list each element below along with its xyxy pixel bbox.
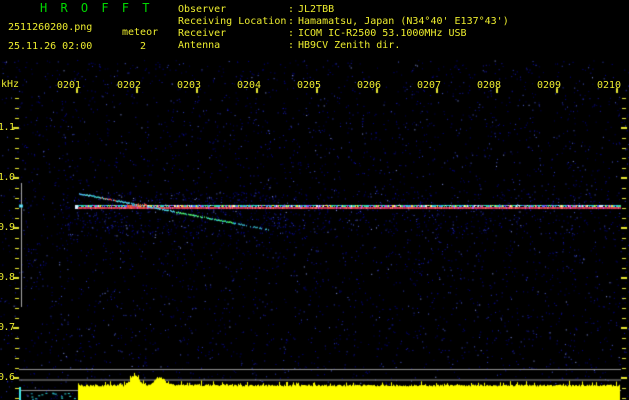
spectrogram-canvas — [0, 0, 629, 400]
info-value: Hamamatsu, Japan (N34°40' E137°43') — [298, 16, 509, 27]
info-row: Receiving Location: Hamamatsu, Japan (N34… — [178, 16, 509, 28]
info-label: Observer — [178, 4, 227, 15]
info-separator: : — [288, 16, 295, 27]
info-label: Receiving Location — [178, 16, 287, 27]
time-tick-label: 0204 — [237, 80, 262, 91]
time-tick-label: 0206 — [357, 80, 382, 91]
info-value: ICOM IC-R2500 53.1000MHz USB — [298, 28, 467, 39]
time-tick-label: 0207 — [417, 80, 442, 91]
output-filename: 2511260200.png — [8, 22, 93, 33]
freq-tick-label: 1.1 — [0, 122, 15, 133]
freq-tick-label: 0.9 — [0, 222, 15, 233]
info-label: Antenna — [178, 40, 221, 51]
observation-datetime: 25.11.26 02:00 — [8, 41, 93, 52]
info-separator: : — [288, 40, 295, 51]
freq-tick-label: 1.0 — [0, 172, 15, 183]
info-value: JL2TBB — [298, 4, 335, 15]
freq-tick-label: 0.8 — [0, 272, 15, 283]
time-tick-label: 0202 — [117, 80, 142, 91]
info-row: Receiver: ICOM IC-R2500 53.1000MHz USB — [178, 28, 467, 40]
info-value: HB9CV Zenith dir. — [298, 40, 401, 51]
meteor-count: 2 — [140, 41, 147, 52]
freq-tick-label: 0.7 — [0, 322, 15, 333]
app-title: H R O F F T — [40, 1, 153, 15]
info-row: Antenna: HB9CV Zenith dir. — [178, 40, 400, 52]
info-separator: : — [288, 28, 295, 39]
time-tick-label: 0205 — [297, 80, 322, 91]
time-tick-label: 0209 — [537, 80, 562, 91]
freq-unit-label: kHz — [1, 79, 20, 90]
info-separator: : — [288, 4, 295, 15]
hrofft-window: H R O F F T 2511260200.png meteor 25.11.… — [0, 0, 629, 400]
info-label: Receiver — [178, 28, 227, 39]
observation-mode: meteor — [122, 27, 159, 38]
time-tick-label: 0201 — [57, 80, 82, 91]
time-tick-label: 0203 — [177, 80, 202, 91]
freq-tick-label: 0.6 — [0, 372, 15, 383]
info-row: Observer: JL2TBB — [178, 4, 334, 16]
time-tick-label: 0208 — [477, 80, 502, 91]
time-tick-label: 0210 — [597, 80, 622, 91]
